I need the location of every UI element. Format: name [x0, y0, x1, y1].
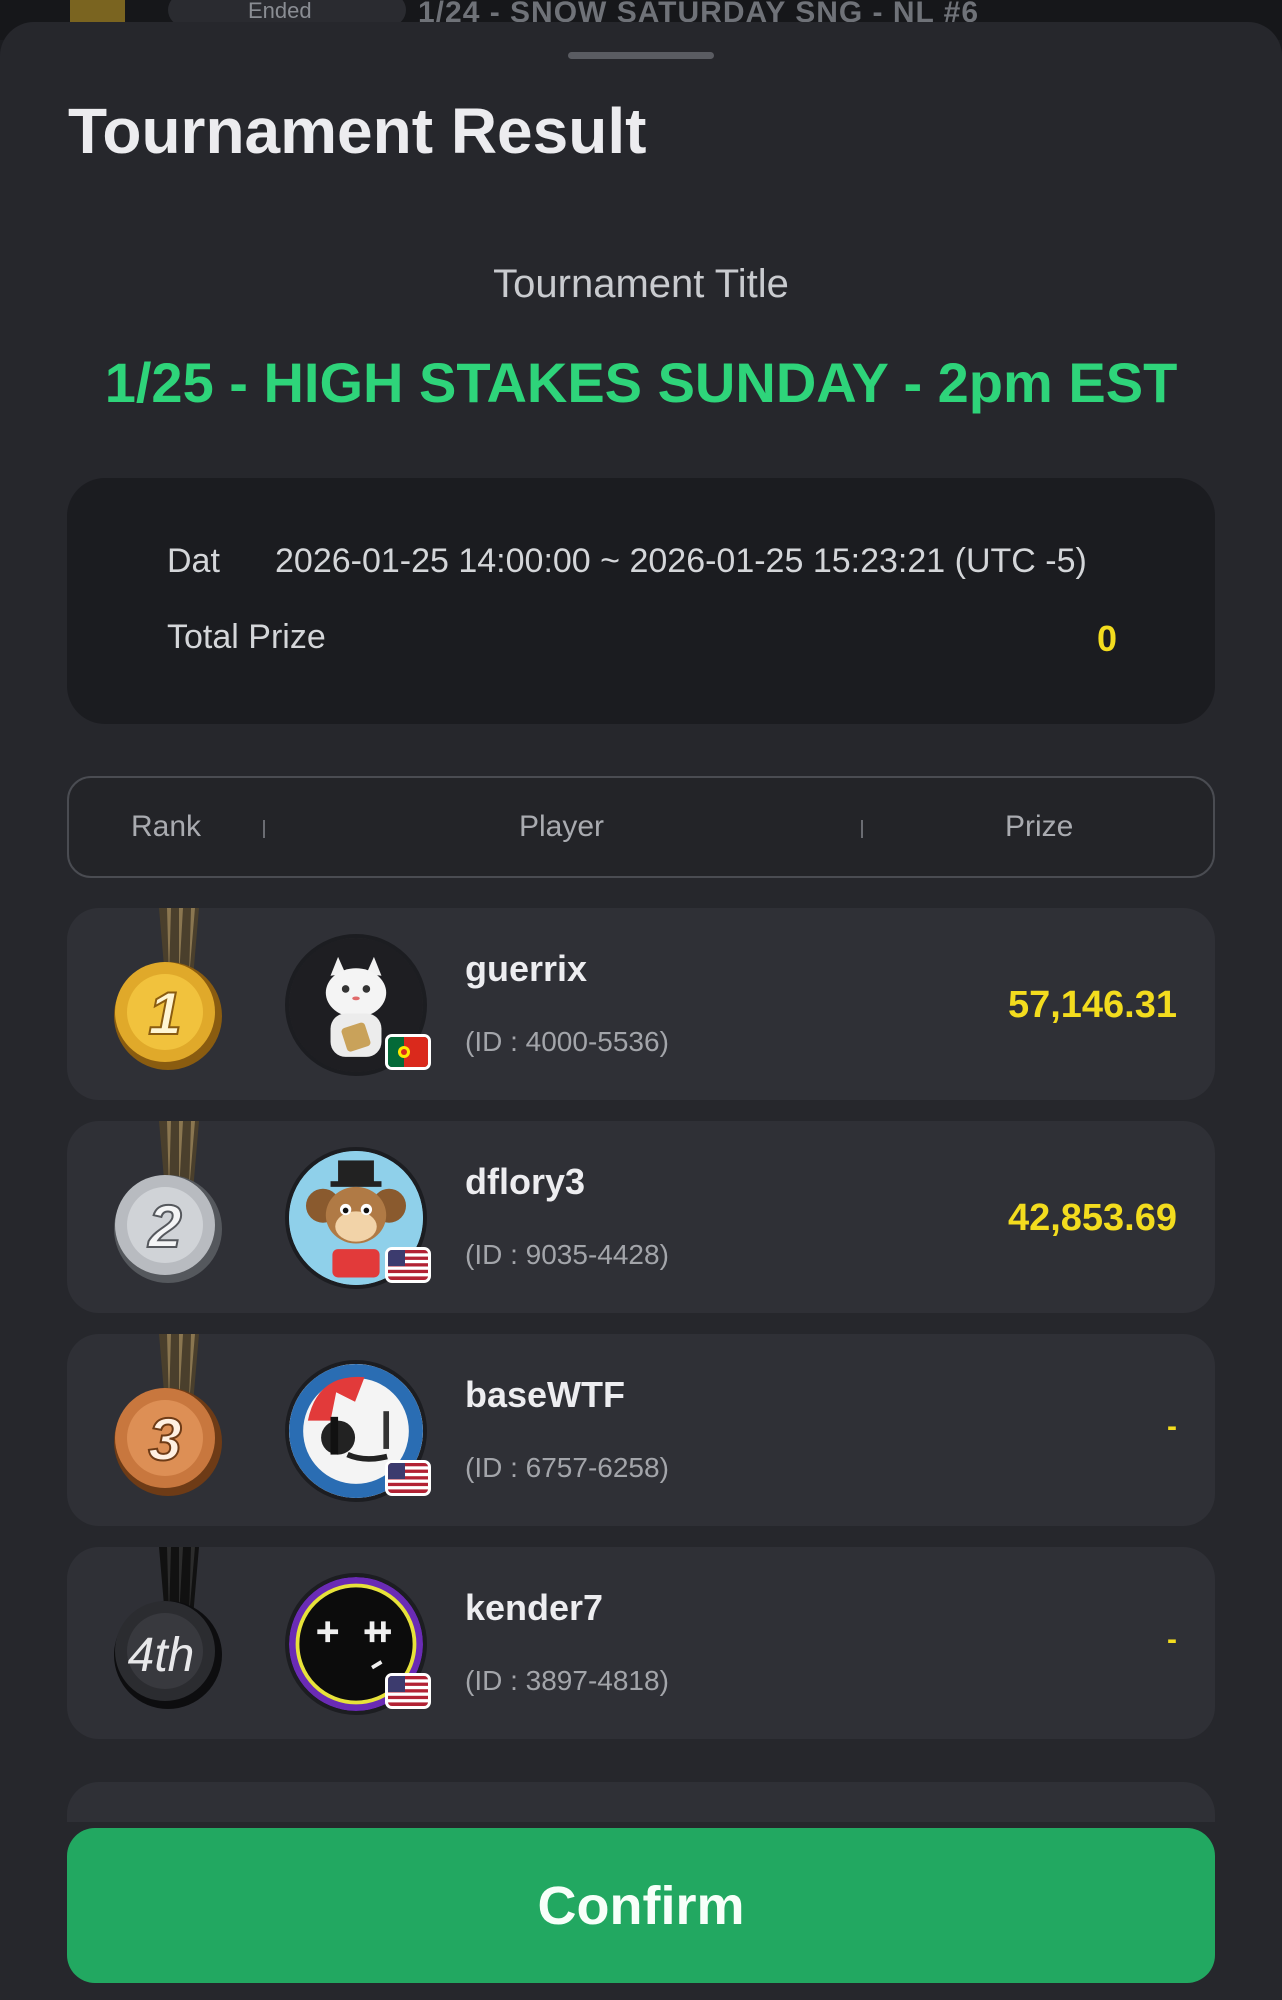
player-name: dflory3: [465, 1161, 586, 1202]
header-divider: [861, 820, 863, 838]
tournament-name: 1/25 - HIGH STAKES SUNDAY - 2pm EST: [104, 351, 1178, 414]
bronze-medal-icon: 3: [114, 1334, 222, 1496]
background-accent: [70, 0, 125, 24]
table-row[interactable]: 2 dflory3 (ID : 9035-4428) 42,853.69: [67, 1121, 1215, 1313]
header-rank: Rank: [131, 810, 202, 843]
black-medal-icon: 4th: [114, 1547, 222, 1709]
usa-flag-icon: [385, 1460, 431, 1496]
player-prize: 57,146.31: [1007, 984, 1177, 1026]
date-value: 2026-01-25 14:00:00 ~ 2026-01-25 15:23:2…: [275, 542, 1087, 580]
results-table-header: Rank Player Prize: [67, 776, 1215, 878]
medal-rank-text: 2: [147, 1193, 181, 1260]
player-prize: -: [1167, 1410, 1177, 1443]
total-prize-value: 0: [1096, 618, 1117, 659]
player-id: (ID : 9035-4428): [465, 1239, 669, 1270]
usa-flag-icon: [385, 1673, 431, 1709]
medal-rank-text: 1: [148, 980, 181, 1047]
player-name: kender7: [465, 1587, 604, 1628]
usa-flag-icon: [385, 1247, 431, 1283]
drag-handle[interactable]: [568, 52, 714, 59]
player-id: (ID : 6757-6258): [465, 1452, 669, 1483]
medal-rank-text: 4th: [128, 1629, 195, 1682]
medal-rank-text: 3: [148, 1406, 181, 1473]
player-name: guerrix: [465, 948, 588, 989]
tournament-title-label: Tournament Title: [493, 262, 789, 306]
date-label: Dat: [167, 542, 220, 580]
player-name: baseWTF: [465, 1374, 626, 1415]
player-prize: -: [1167, 1623, 1177, 1656]
silver-medal-icon: 2: [114, 1121, 222, 1283]
player-prize: 42,853.69: [1007, 1197, 1177, 1239]
player-id: (ID : 3897-4818): [465, 1665, 669, 1696]
header-divider: [263, 820, 265, 838]
tournament-info-box: Dat 2026-01-25 14:00:00 ~ 2026-01-25 15:…: [67, 478, 1215, 724]
player-id: (ID : 4000-5536): [465, 1026, 669, 1057]
table-row-partial: [67, 1782, 1215, 1822]
sheet-title: Tournament Result: [68, 95, 647, 167]
table-row[interactable]: 4th kender7 (ID : 3897-4818) -: [67, 1547, 1215, 1739]
gold-medal-icon: 1: [114, 908, 222, 1070]
table-row[interactable]: 3 baseWTF (ID : 6757-6258) -: [67, 1334, 1215, 1526]
portugal-flag-icon: [385, 1034, 431, 1070]
confirm-button[interactable]: Confirm: [67, 1828, 1215, 1983]
total-prize-label: Total Prize: [167, 618, 326, 656]
header-prize: Prize: [1005, 810, 1074, 843]
tournament-result-sheet: Tournament Result Tournament Title 1/25 …: [0, 22, 1282, 2000]
header-player: Player: [519, 810, 605, 843]
table-row[interactable]: 1 guerrix (ID : 4000-5536) 57,146.31: [67, 908, 1215, 1100]
